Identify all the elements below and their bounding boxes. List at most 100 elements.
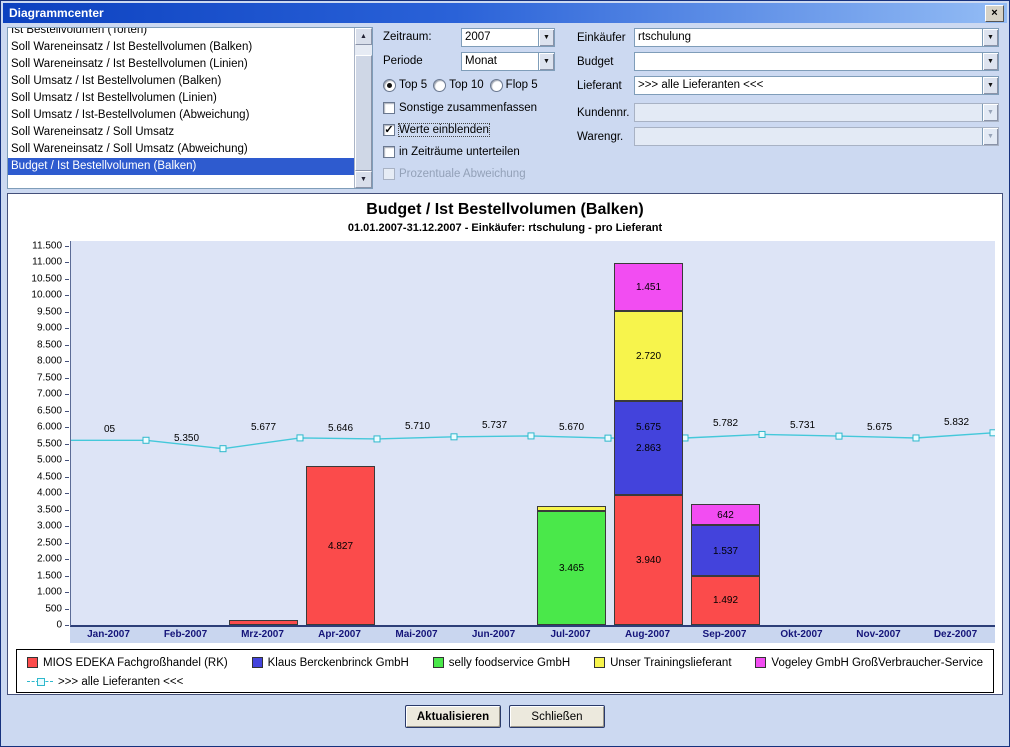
x-axis-label: Nov-2007 (840, 627, 917, 643)
checkbox-icon[interactable] (383, 102, 395, 114)
y-axis-tick-label: 6.000 (37, 422, 62, 433)
line-value-label: 05 (104, 424, 115, 435)
y-axis-tick-label: 7.500 (37, 372, 62, 383)
budget-combobox[interactable]: ▼ (634, 52, 999, 71)
checkbox-icon[interactable] (383, 146, 395, 158)
scroll-down-button[interactable]: ▼ (355, 171, 372, 188)
kundennr-value (635, 104, 982, 121)
y-axis-tick-label: 10.500 (31, 273, 62, 284)
dialog-buttons: Aktualisieren Schließen (3, 705, 1007, 728)
radio-top-10[interactable]: Top 10 (433, 79, 484, 92)
list-item[interactable]: Budget / Ist Bestellvolumen (Balken) (8, 158, 354, 175)
list-item[interactable]: Soll Umsatz / Ist-Bestellvolumen (Abweic… (8, 107, 354, 124)
list-item[interactable]: Ist Bestellvolumen (Torten) (8, 28, 354, 39)
scroll-up-button[interactable]: ▲ (355, 28, 372, 45)
selection-form: Einkäufer rtschulung ▼ Budget ▼ Lieferan… (577, 27, 1003, 189)
x-axis-label: Sep-2007 (686, 627, 763, 643)
legend-item: Klaus Berckenbrinck GmbH (252, 657, 409, 669)
line-value-label: 5.677 (251, 422, 276, 433)
einkaeufer-label: Einkäufer (577, 32, 634, 44)
list-item[interactable]: Soll Umsatz / Ist Bestellvolumen (Linien… (8, 90, 354, 107)
checkbox-checked-icon[interactable]: ✓ (383, 124, 395, 136)
chevron-down-icon[interactable]: ▼ (538, 53, 554, 70)
y-axis-tick-label: 0 (56, 620, 62, 631)
scrollbar-track[interactable] (355, 45, 372, 171)
close-icon: × (991, 8, 997, 19)
checkbox-label: Werte einblenden (399, 124, 489, 136)
y-axis: 05001.0001.5002.0002.5003.0003.5004.0004… (12, 241, 70, 627)
close-button[interactable]: × (985, 5, 1004, 22)
einkaeufer-value: rtschulung (635, 29, 982, 46)
list-item[interactable]: Soll Wareneinsatz / Soll Umsatz (Abweich… (8, 141, 354, 158)
legend-label: Vogeley GmbH GroßVerbraucher-Service (771, 657, 983, 669)
chevron-down-icon[interactable]: ▼ (982, 53, 998, 70)
bar-segment (229, 620, 298, 625)
y-axis-tick-label: 11.500 (32, 241, 62, 252)
bar-value-label: 3.940 (614, 555, 683, 566)
refresh-button[interactable]: Aktualisieren (405, 705, 501, 728)
line-value-label: 5.832 (944, 417, 969, 428)
close-dialog-button[interactable]: Schließen (509, 705, 605, 728)
lieferant-label: Lieferant (577, 80, 634, 92)
einkaeufer-combobox[interactable]: rtschulung ▼ (634, 28, 999, 47)
arrow-up-icon: ▲ (360, 33, 367, 40)
y-axis-tick-label: 4.500 (37, 471, 62, 482)
chevron-down-icon[interactable]: ▼ (538, 29, 554, 46)
bar-value-label: 2.863 (614, 443, 683, 454)
budget-value (635, 53, 982, 70)
bar-segment (537, 506, 606, 510)
list-item[interactable]: Soll Wareneinsatz / Ist Bestellvolumen (… (8, 39, 354, 56)
radio-flop-5[interactable]: Flop 5 (490, 79, 538, 92)
plot-area: 4.8273.4653.9402.8632.7201.4511.4921.537… (70, 241, 995, 627)
radio-top-5[interactable]: Top 5 (383, 79, 427, 92)
listbox-scrollbar[interactable]: ▲ ▼ (354, 28, 372, 188)
lieferant-combobox[interactable]: >>> alle Lieferanten <<< ▼ (634, 76, 999, 95)
checkbox-werte-einblenden[interactable]: ✓ Werte einblenden (383, 121, 565, 139)
legend-label: MIOS EDEKA Fachgroßhandel (RK) (43, 657, 228, 669)
x-axis-label: Jun-2007 (455, 627, 532, 643)
x-axis-label: Okt-2007 (763, 627, 840, 643)
chart-type-listbox[interactable]: Ist Bestellvolumen (Torten)Soll Warenein… (8, 28, 354, 188)
y-axis-tick-label: 5.000 (37, 455, 62, 466)
radio-icon (433, 79, 446, 92)
checkbox-in-zeitraeume-unterteilen[interactable]: in Zeiträume unterteilen (383, 143, 565, 161)
line-value-label: 5.670 (559, 422, 584, 433)
y-axis-tick (65, 576, 69, 577)
y-axis-tick (65, 477, 69, 478)
x-axis-label: Dez-2007 (917, 627, 994, 643)
y-axis-tick (65, 378, 69, 379)
y-axis-tick (65, 427, 69, 428)
y-axis-tick-label: 9.500 (37, 306, 62, 317)
kundennr-label: Kundennr. (577, 107, 634, 119)
window-title: Diagrammcenter (9, 6, 985, 20)
y-axis-tick (65, 262, 69, 263)
x-axis-label: Apr-2007 (301, 627, 378, 643)
x-axis-label: Aug-2007 (609, 627, 686, 643)
y-axis-tick-label: 2.000 (37, 554, 62, 565)
y-axis-tick (65, 328, 69, 329)
warengr-combobox: ▼ (634, 127, 999, 146)
line-series (71, 241, 995, 625)
list-item[interactable]: Soll Wareneinsatz / Ist Bestellvolumen (… (8, 56, 354, 73)
legend-swatch (594, 657, 605, 668)
periode-combobox[interactable]: Monat ▼ (461, 52, 555, 71)
y-axis-tick (65, 559, 69, 560)
legend-item: Vogeley GmbH GroßVerbraucher-Service (755, 657, 983, 669)
legend-swatch (433, 657, 444, 668)
checkbox-label: Prozentuale Abweichung (399, 168, 526, 180)
chevron-down-icon[interactable]: ▼ (982, 77, 998, 94)
y-axis-tick (65, 361, 69, 362)
chevron-down-icon[interactable]: ▼ (982, 29, 998, 46)
checkbox-sonstige-zusammenfassen[interactable]: Sonstige zusammenfassen (383, 99, 565, 117)
periode-label: Periode (383, 55, 461, 67)
x-axis-label: Mai-2007 (378, 627, 455, 643)
scrollbar-thumb[interactable] (355, 55, 372, 171)
zeitraum-label: Zeitraum: (383, 31, 461, 43)
zeitraum-combobox[interactable]: 2007 ▼ (461, 28, 555, 47)
checkbox-prozentuale-abweichung: Prozentuale Abweichung (383, 165, 565, 183)
line-value-label: 5.737 (482, 420, 507, 431)
y-axis-tick-label: 9.000 (37, 323, 62, 334)
radio-icon (383, 79, 396, 92)
list-item[interactable]: Soll Wareneinsatz / Soll Umsatz (8, 124, 354, 141)
list-item[interactable]: Soll Umsatz / Ist Bestellvolumen (Balken… (8, 73, 354, 90)
